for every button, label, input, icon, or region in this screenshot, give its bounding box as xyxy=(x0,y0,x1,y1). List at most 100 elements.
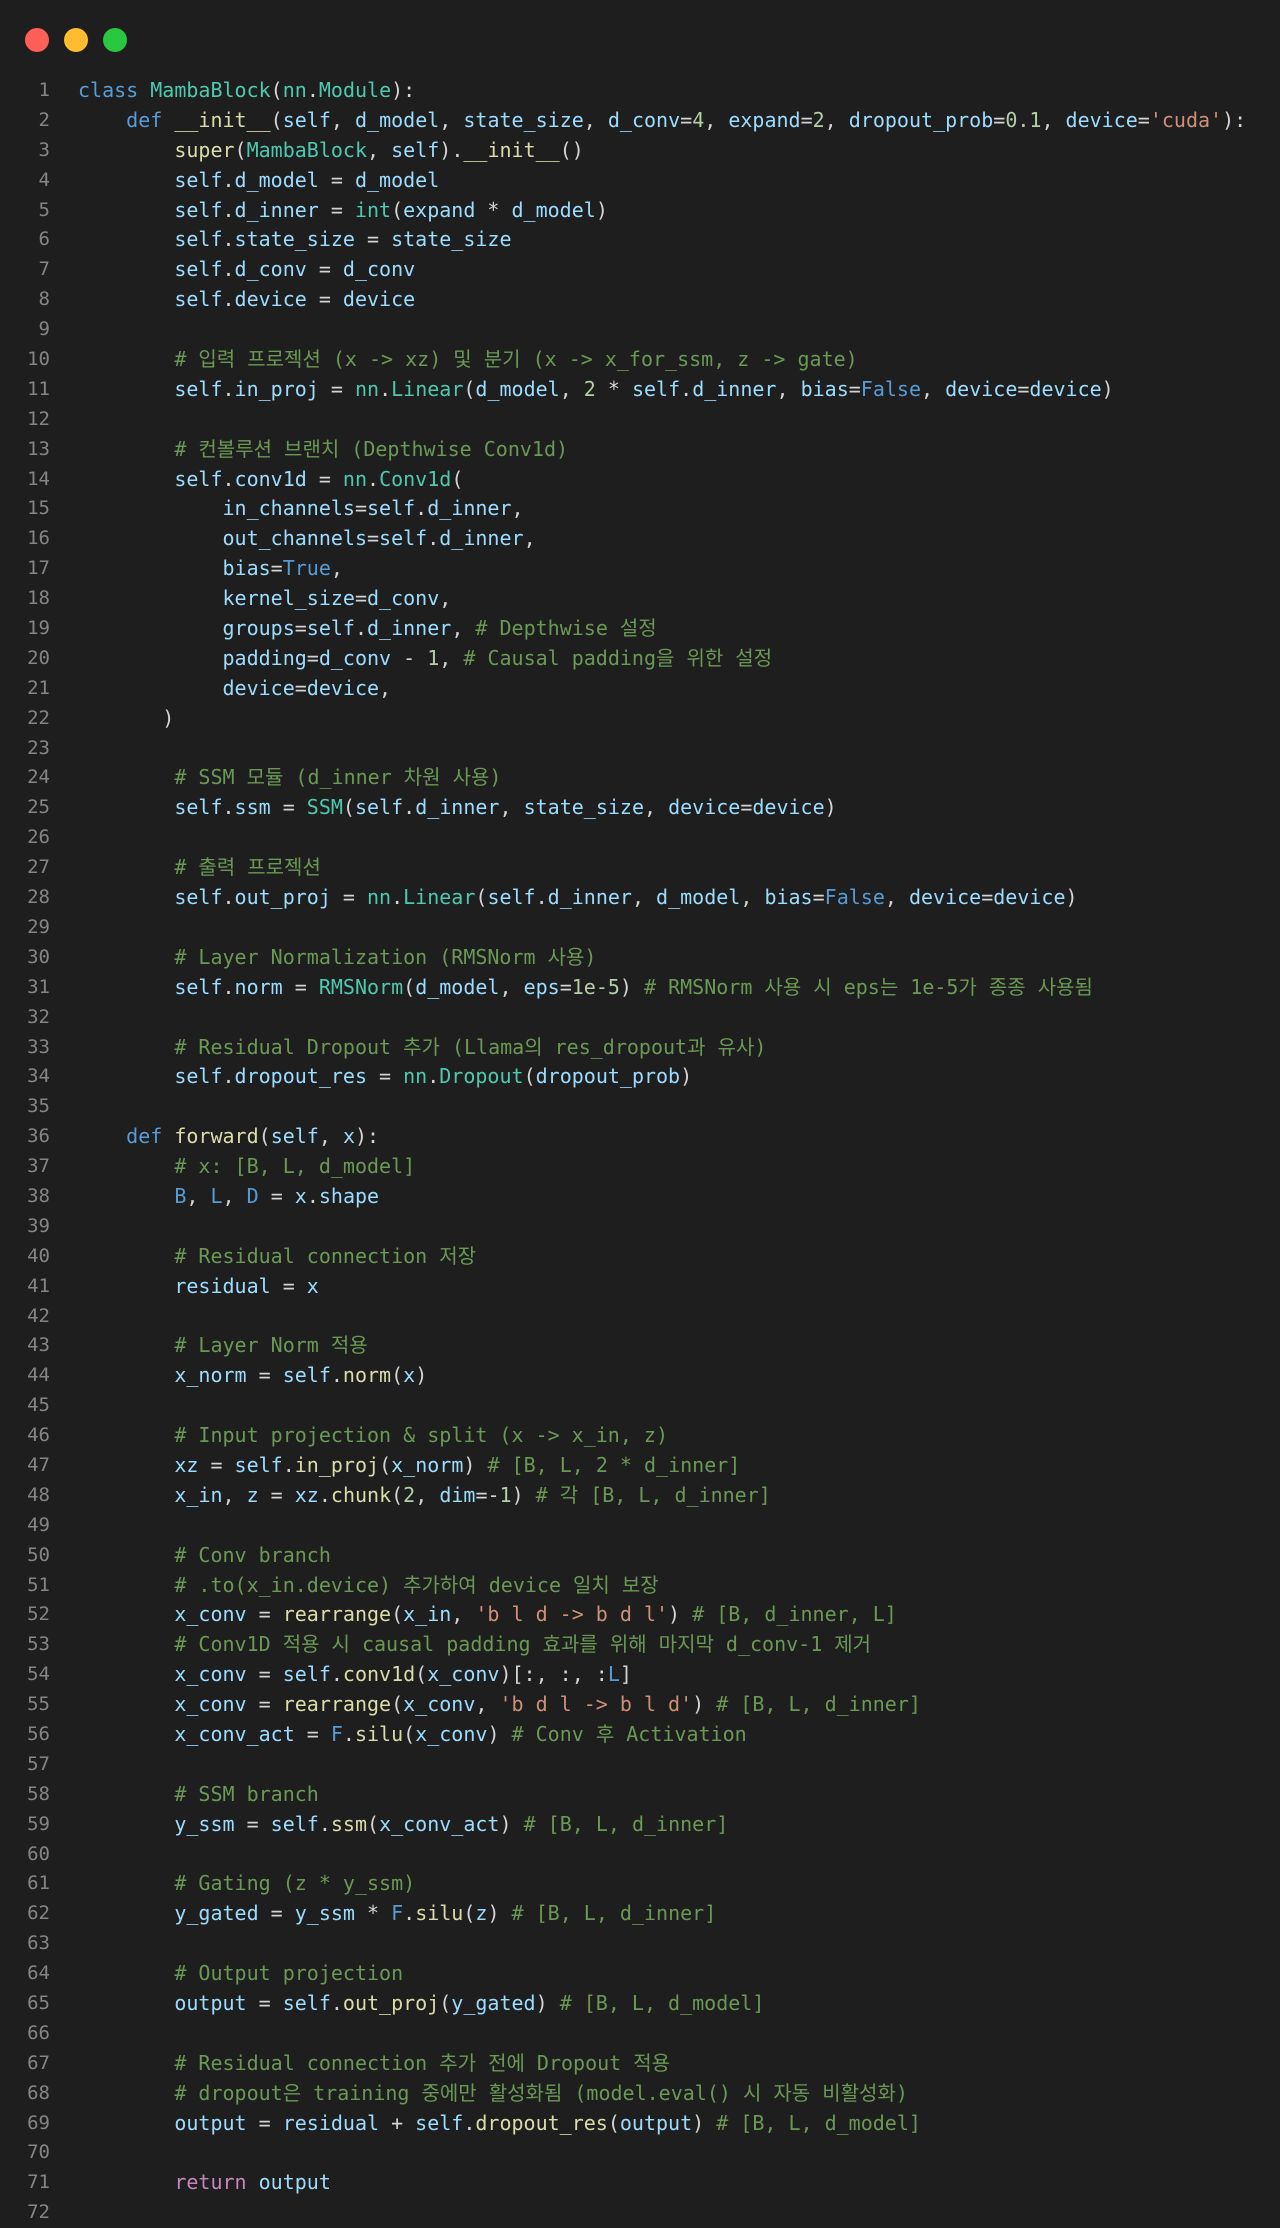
line-number: 1 xyxy=(38,79,50,101)
code-line: 8 self.device = device xyxy=(0,285,1280,315)
code-token: # [B, L, d_inner] xyxy=(523,1811,729,1836)
code-token: , xyxy=(415,1482,440,1507)
code-token: . xyxy=(306,78,319,102)
code-token: ( xyxy=(391,1363,404,1388)
line-source: device=device, xyxy=(78,674,1280,704)
code-token: d_model xyxy=(354,167,440,192)
code-line: 13 # 컨볼루션 브랜치 (Depthwise Conv1d) xyxy=(0,435,1280,465)
line-number: 60 xyxy=(27,1842,50,1865)
code-line: 22 ) xyxy=(0,704,1280,734)
code-token: d_inner xyxy=(415,795,500,820)
minimize-window-button[interactable] xyxy=(64,28,88,52)
code-line: 19 groups=self.d_inner, # Depthwise 설정 xyxy=(0,614,1280,644)
code-token: # dropout은 training 중에만 활성화됨 (model.eval… xyxy=(174,2080,908,2105)
code-token: = xyxy=(198,1452,235,1477)
code-token: . xyxy=(222,974,235,999)
code-token: padding xyxy=(222,645,307,670)
code-token: = xyxy=(367,1064,404,1089)
code-token: , xyxy=(499,795,524,820)
code-line: 29 xyxy=(0,913,1280,943)
line-source: self.d_model = d_model xyxy=(78,166,1280,196)
code-token: = xyxy=(234,1811,271,1836)
zoom-window-button[interactable] xyxy=(103,28,127,52)
code-token: in_channels xyxy=(222,496,355,521)
code-token: self xyxy=(282,1662,331,1687)
code-token: x_conv xyxy=(174,1602,247,1627)
code-token: # Conv branch xyxy=(174,1542,331,1567)
line-number: 3 xyxy=(38,138,50,161)
code-line: 26 xyxy=(0,823,1280,853)
code-token: ) xyxy=(668,1602,693,1627)
code-token: d_inner xyxy=(234,197,319,222)
code-line: 47 xz = self.in_proj(x_norm) # [B, L, 2 … xyxy=(0,1451,1280,1481)
code-token: self xyxy=(174,167,223,192)
code-token: , xyxy=(511,496,524,521)
code-token: residual xyxy=(174,1273,271,1298)
code-token: device xyxy=(234,287,307,312)
line-number: 64 xyxy=(27,1962,50,1985)
code-token: = xyxy=(270,556,283,581)
code-token: = xyxy=(1137,107,1150,132)
code-token: device xyxy=(668,795,741,820)
code-token: forward xyxy=(174,1124,259,1149)
code-token: 4 xyxy=(692,107,705,132)
line-source: x_norm = self.norm(x) xyxy=(78,1361,1280,1391)
code-token: d_model xyxy=(415,974,500,999)
code-token: device xyxy=(306,675,380,700)
code-token: . xyxy=(427,526,440,551)
code-token: . xyxy=(318,1811,331,1836)
line-source: out_channels=self.d_inner, xyxy=(78,524,1280,554)
code-token: , xyxy=(222,1482,247,1507)
code-token: ) xyxy=(499,1811,524,1836)
code-line: 53 # Conv1D 적용 시 causal padding 효과를 위해 마… xyxy=(0,1630,1280,1660)
code-token: output xyxy=(174,2110,247,2135)
code-token: ( xyxy=(379,1452,392,1477)
line-number: 26 xyxy=(27,826,50,849)
line-number: 52 xyxy=(27,1603,50,1626)
code-token: ( xyxy=(391,197,404,222)
line-source xyxy=(78,2019,1280,2049)
line-source: self.dropout_res = nn.Dropout(dropout_pr… xyxy=(78,1062,1280,1092)
code-line: 41 residual = x xyxy=(0,1272,1280,1302)
code-token: = xyxy=(258,1901,295,1926)
code-token: . xyxy=(222,287,235,312)
code-token: # 컨볼루션 브랜치 (Depthwise Conv1d) xyxy=(174,436,569,461)
code-token: bias xyxy=(800,376,849,401)
code-token: nn xyxy=(342,466,368,491)
close-window-button[interactable] xyxy=(25,28,49,52)
code-line: 60 xyxy=(0,1840,1280,1870)
line-source: self.d_conv = d_conv xyxy=(78,255,1280,285)
code-token: nn xyxy=(403,1064,428,1089)
code-token: = xyxy=(306,287,343,312)
code-token: self xyxy=(282,1991,331,2015)
code-line: 68 # dropout은 training 중에만 활성화됨 (model.e… xyxy=(0,2079,1280,2109)
code-token: , xyxy=(439,645,464,670)
code-line: 59 y_ssm = self.ssm(x_conv_act) # [B, L,… xyxy=(0,1810,1280,1840)
code-token: x xyxy=(306,1273,319,1298)
code-token: nn xyxy=(354,376,380,401)
code-token: ( xyxy=(403,1721,416,1746)
line-number: 19 xyxy=(27,617,50,640)
code-token: dropout_res xyxy=(475,2110,608,2135)
code-line: 71 return output xyxy=(0,2168,1280,2198)
code-token: d_inner xyxy=(547,885,632,910)
code-token: eps xyxy=(523,974,560,999)
code-token: ssm xyxy=(330,1811,368,1836)
code-token: ( xyxy=(342,795,355,820)
code-line: 44 x_norm = self.norm(x) xyxy=(0,1361,1280,1391)
code-token: . xyxy=(463,2110,476,2135)
code-token: F xyxy=(330,1721,343,1746)
code-editor[interactable]: 1 class MambaBlock(nn.Module): 2 def __ini… xyxy=(0,76,1280,2228)
line-number: 69 xyxy=(27,2111,50,2134)
code-token: x xyxy=(403,1363,416,1388)
code-token: , xyxy=(559,376,584,401)
code-token: __init__ xyxy=(174,107,271,132)
